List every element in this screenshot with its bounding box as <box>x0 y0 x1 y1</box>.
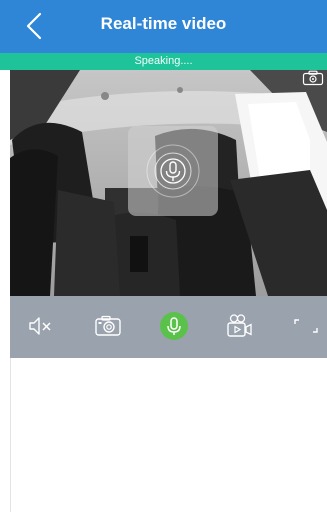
camera-icon <box>95 315 121 336</box>
microphone-pulse-icon <box>146 144 200 198</box>
talk-button-active <box>160 312 188 340</box>
microphone-icon <box>167 317 181 335</box>
mute-button[interactable] <box>26 312 54 340</box>
speaking-indicator <box>128 126 218 216</box>
video-record-icon <box>227 314 252 337</box>
content-area <box>10 358 327 512</box>
mute-icon <box>29 317 51 335</box>
speaking-status: Speaking.... <box>0 53 327 70</box>
snapshot-button[interactable] <box>94 312 122 340</box>
fullscreen-icon <box>294 319 318 333</box>
page-title: Real-time video <box>100 14 227 33</box>
fullscreen-button[interactable] <box>292 312 320 340</box>
title-bar: Real-time video <box>0 0 327 53</box>
video-toolbar <box>10 296 327 358</box>
talk-button[interactable] <box>160 312 188 340</box>
camera-switch-button[interactable] <box>302 70 324 86</box>
record-button[interactable] <box>226 312 254 340</box>
camera-switch-icon <box>302 70 324 86</box>
live-video-feed[interactable] <box>10 70 327 296</box>
